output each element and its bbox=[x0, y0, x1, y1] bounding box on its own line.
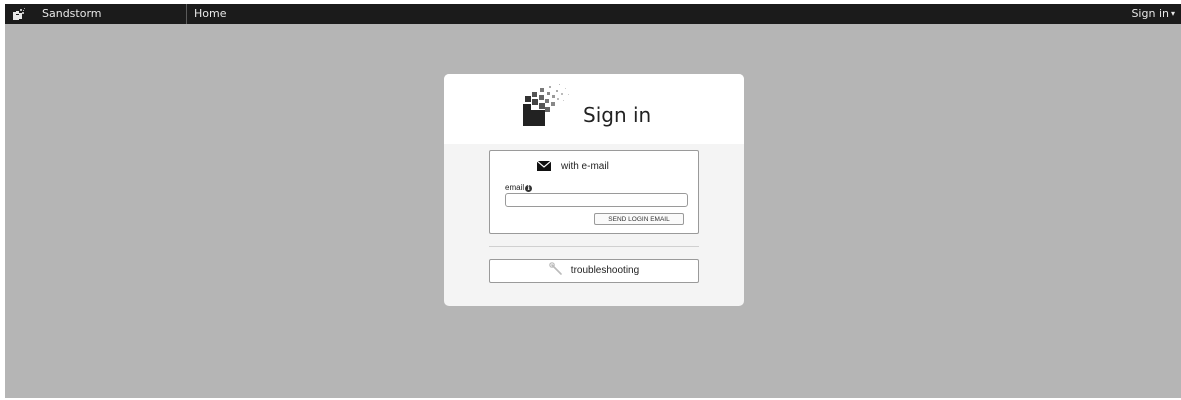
sign-in-menu[interactable]: Sign in ▾ bbox=[1131, 4, 1175, 24]
email-login-box: with e-mail email i SEND LOGIN EMAIL bbox=[489, 150, 699, 234]
troubleshooting-label: troubleshooting bbox=[570, 265, 640, 276]
top-nav-bar: Sandstorm Home Sign in ▾ bbox=[5, 4, 1181, 24]
with-email-label: with e-mail bbox=[561, 161, 609, 172]
email-label-text: email bbox=[505, 183, 525, 192]
app-window: Sandstorm Home Sign in ▾ Sign in with e-… bbox=[5, 4, 1181, 398]
email-input[interactable] bbox=[505, 193, 688, 207]
card-header: Sign in bbox=[444, 74, 744, 144]
chevron-down-icon: ▾ bbox=[1170, 9, 1175, 18]
info-icon[interactable]: i bbox=[525, 185, 533, 192]
card-title: Sign in bbox=[583, 103, 652, 127]
brand-name-link[interactable]: Sandstorm bbox=[42, 4, 102, 24]
sign-in-menu-label: Sign in bbox=[1131, 7, 1169, 20]
nav-home-link[interactable]: Home bbox=[194, 4, 226, 24]
nav-divider bbox=[186, 4, 187, 24]
with-email-heading: with e-mail bbox=[537, 160, 609, 174]
send-login-email-button[interactable]: SEND LOGIN EMAIL bbox=[594, 213, 684, 225]
envelope-icon bbox=[537, 161, 551, 171]
wrench-icon bbox=[548, 262, 562, 275]
email-field-label: email i bbox=[505, 183, 533, 192]
sandstorm-logo-icon bbox=[523, 84, 569, 126]
section-divider bbox=[489, 246, 699, 247]
troubleshooting-button[interactable]: troubleshooting bbox=[489, 259, 699, 283]
sign-in-card: Sign in with e-mail email i SEND LOGIN EM… bbox=[444, 74, 744, 306]
sandstorm-logo-icon[interactable] bbox=[12, 7, 26, 21]
